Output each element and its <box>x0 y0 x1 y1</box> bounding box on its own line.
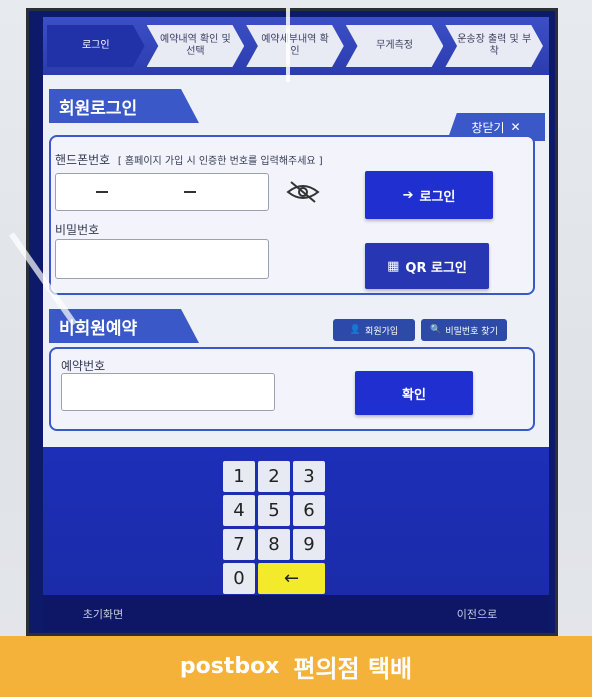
signup-label: 회원가입 <box>365 326 399 337</box>
key-2[interactable]: 2 <box>258 461 290 492</box>
phone-separator-1 <box>96 191 108 193</box>
confirm-label: 확인 <box>402 387 426 403</box>
signup-button[interactable]: 👤 회원가입 <box>333 319 415 341</box>
step-reservation-select: 예약내역 확인 및 선택 <box>146 25 245 67</box>
add-user-icon: 👤 <box>349 325 362 335</box>
login-icon: ➔ <box>402 187 414 203</box>
phone-hint: [ 홈페이지 가입 시 인증한 번호를 입력해주세요 ] <box>117 156 323 167</box>
screen-glare <box>286 8 290 82</box>
kiosk-screen: 로그인 예약내역 확인 및 선택 예약세부내역 확인 무게측정 운송장 출력 및… <box>26 8 558 636</box>
keypad-area: 1 2 3 4 5 6 7 8 9 0 ← 초기화면 이전으로 <box>43 447 549 631</box>
find-password-label: 비밀번호 찾기 <box>445 326 498 337</box>
service-name: 편의점 택배 <box>293 655 413 683</box>
backspace-key[interactable]: ← <box>258 563 325 594</box>
reservation-number-input[interactable] <box>61 373 275 411</box>
close-icon: ✕ <box>510 120 521 134</box>
reservation-number-label: 예약번호 <box>61 359 106 373</box>
key-5[interactable]: 5 <box>258 495 290 526</box>
member-login-title: 회원로그인 <box>49 89 199 123</box>
qr-login-button[interactable]: ▦ QR 로그인 <box>365 243 489 289</box>
qr-code-icon: ▦ <box>387 258 400 274</box>
brand-strip: postbox 편의점 택배 <box>0 636 592 697</box>
key-6[interactable]: 6 <box>293 495 325 526</box>
confirm-button[interactable]: 확인 <box>355 371 473 415</box>
member-login-panel: 핸드폰번호 [ 홈페이지 가입 시 인증한 번호를 입력해주세요 ] ➔ 로그인… <box>49 135 535 295</box>
home-button[interactable]: 초기화면 <box>51 599 155 629</box>
screen-content: 로그인 예약내역 확인 및 선택 예약세부내역 확인 무게측정 운송장 출력 및… <box>43 17 549 631</box>
postbox-logo: postbox <box>179 654 280 679</box>
search-icon: 🔍 <box>430 325 442 335</box>
hide-password-icon[interactable] <box>285 179 321 205</box>
phone-label: 핸드폰번호 [ 홈페이지 가입 시 인증한 번호를 입력해주세요 ] <box>55 153 323 167</box>
previous-button[interactable]: 이전으로 <box>425 599 529 629</box>
step-weigh: 무게측정 <box>345 25 444 67</box>
key-9[interactable]: 9 <box>293 529 325 560</box>
login-button[interactable]: ➔ 로그인 <box>365 171 493 219</box>
step-print-label: 운송장 출력 및 부착 <box>445 25 543 67</box>
password-input[interactable] <box>55 239 269 279</box>
find-password-button[interactable]: 🔍 비밀번호 찾기 <box>421 319 507 341</box>
phone-input[interactable] <box>55 173 269 211</box>
step-reservation-detail: 예약세부내역 확인 <box>246 25 344 67</box>
close-button-label: 창닫기 <box>471 120 505 135</box>
step-progress-bar: 로그인 예약내역 확인 및 선택 예약세부내역 확인 무게측정 운송장 출력 및… <box>43 17 549 75</box>
step-login: 로그인 <box>47 25 145 67</box>
key-1[interactable]: 1 <box>223 461 255 492</box>
bottom-navigation: 초기화면 이전으로 <box>43 595 549 631</box>
key-4[interactable]: 4 <box>223 495 255 526</box>
key-0[interactable]: 0 <box>223 563 255 594</box>
key-7[interactable]: 7 <box>223 529 255 560</box>
qr-login-label: QR 로그인 <box>405 260 467 276</box>
password-label: 비밀번호 <box>55 223 100 237</box>
key-3[interactable]: 3 <box>293 461 325 492</box>
guest-reservation-panel: 예약번호 확인 <box>49 347 535 431</box>
numeric-keypad: 1 2 3 4 5 6 7 8 9 0 ← <box>223 461 325 594</box>
key-8[interactable]: 8 <box>258 529 290 560</box>
phone-separator-2 <box>184 191 196 193</box>
login-button-label: 로그인 <box>419 189 456 205</box>
